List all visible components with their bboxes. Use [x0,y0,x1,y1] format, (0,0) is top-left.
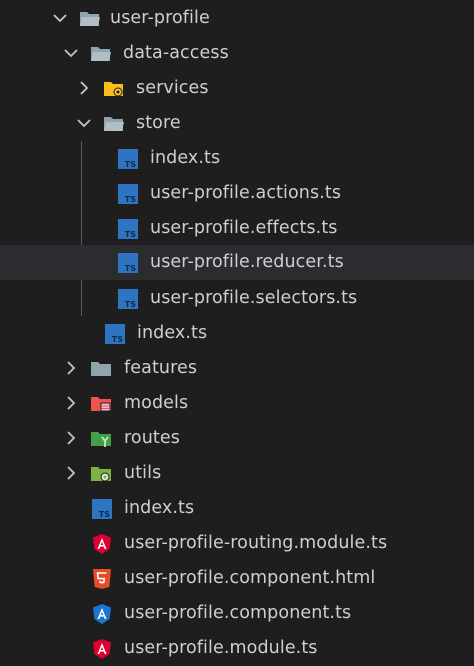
tree-item-label: user-profile.component.html [124,568,376,588]
tree-item-label: data-access [123,43,229,63]
models-folder-icon [90,393,112,415]
svg-text:TS: TS [125,160,136,169]
tree-item-label: utils [124,463,162,483]
folder-open-icon [103,113,125,135]
chevron-down-icon[interactable] [61,43,81,63]
folder-open-icon [90,43,112,65]
folder-icon [90,358,112,380]
file-explorer-tree: user-profile data-access services store [0,0,474,666]
tree-item-label: user-profile.reducer.ts [150,252,344,272]
tree-item-file[interactable]: TS user-profile.actions.ts [0,176,474,211]
typescript-file-icon: TS [117,148,139,170]
tree-item-label: user-profile.component.ts [124,603,352,623]
tree-item-label: user-profile [110,8,210,28]
svg-text:TS: TS [125,300,136,309]
typescript-file-icon: TS [117,252,139,274]
chevron-down-icon[interactable] [50,8,70,28]
html5-icon [91,568,113,590]
tree-item-label: services [136,78,209,98]
tree-item-user-profile[interactable]: user-profile [0,1,474,36]
tree-item-services[interactable]: services [0,71,474,106]
svg-text:TS: TS [125,264,136,273]
tree-item-label: user-profile.module.ts [124,638,318,658]
tree-item-label: user-profile.actions.ts [150,183,342,203]
svg-text:TS: TS [99,510,110,519]
tree-item-label: models [124,393,189,413]
tree-item-file[interactable]: user-profile.component.html [0,561,474,596]
tree-item-label: features [124,358,198,378]
tree-item-label: user-profile-routing.module.ts [124,533,388,553]
svg-text:TS: TS [125,230,136,239]
typescript-file-icon: TS [104,323,126,345]
tree-item-label: user-profile.selectors.ts [150,288,358,308]
tree-item-store[interactable]: store [0,106,474,141]
angular-red-icon [91,638,113,660]
chevron-right-icon[interactable] [74,78,94,98]
tree-item-label: index.ts [137,323,208,343]
typescript-file-icon: TS [117,288,139,310]
chevron-right-icon[interactable] [61,428,81,448]
tree-item-label: user-profile.effects.ts [150,218,338,238]
tree-item-file[interactable]: user-profile.module.ts [0,631,474,666]
folder-open-icon [79,8,101,30]
svg-text:TS: TS [112,335,123,344]
routes-folder-icon [90,428,112,450]
chevron-right-icon[interactable] [61,393,81,413]
tree-item-file[interactable]: TS index.ts [0,141,474,176]
tree-item-file[interactable]: TS index.ts [0,316,474,351]
typescript-file-icon: TS [117,218,139,240]
angular-blue-icon [91,603,113,625]
tree-item-utils[interactable]: utils [0,456,474,491]
tree-item-label: store [136,113,181,133]
tree-item-file-selected[interactable]: TS user-profile.reducer.ts [0,245,474,280]
chevron-down-icon[interactable] [74,113,94,133]
tree-item-label: index.ts [150,148,221,168]
tree-item-file[interactable]: TS user-profile.selectors.ts [0,281,474,316]
services-folder-icon [103,78,125,100]
tree-item-label: index.ts [124,498,195,518]
utils-folder-icon [90,463,112,485]
tree-item-file[interactable]: user-profile.component.ts [0,596,474,631]
tree-item-file[interactable]: TS index.ts [0,491,474,526]
typescript-file-icon: TS [117,183,139,205]
tree-item-file[interactable]: user-profile-routing.module.ts [0,526,474,561]
typescript-file-icon: TS [91,498,113,520]
tree-item-features[interactable]: features [0,351,474,386]
tree-item-routes[interactable]: routes [0,421,474,456]
chevron-right-icon[interactable] [61,463,81,483]
tree-item-file[interactable]: TS user-profile.effects.ts [0,211,474,246]
chevron-right-icon[interactable] [61,358,81,378]
angular-red-icon [91,533,113,555]
tree-item-label: routes [124,428,180,448]
tree-item-models[interactable]: models [0,386,474,421]
tree-item-data-access[interactable]: data-access [0,36,474,71]
svg-text:TS: TS [125,195,136,204]
